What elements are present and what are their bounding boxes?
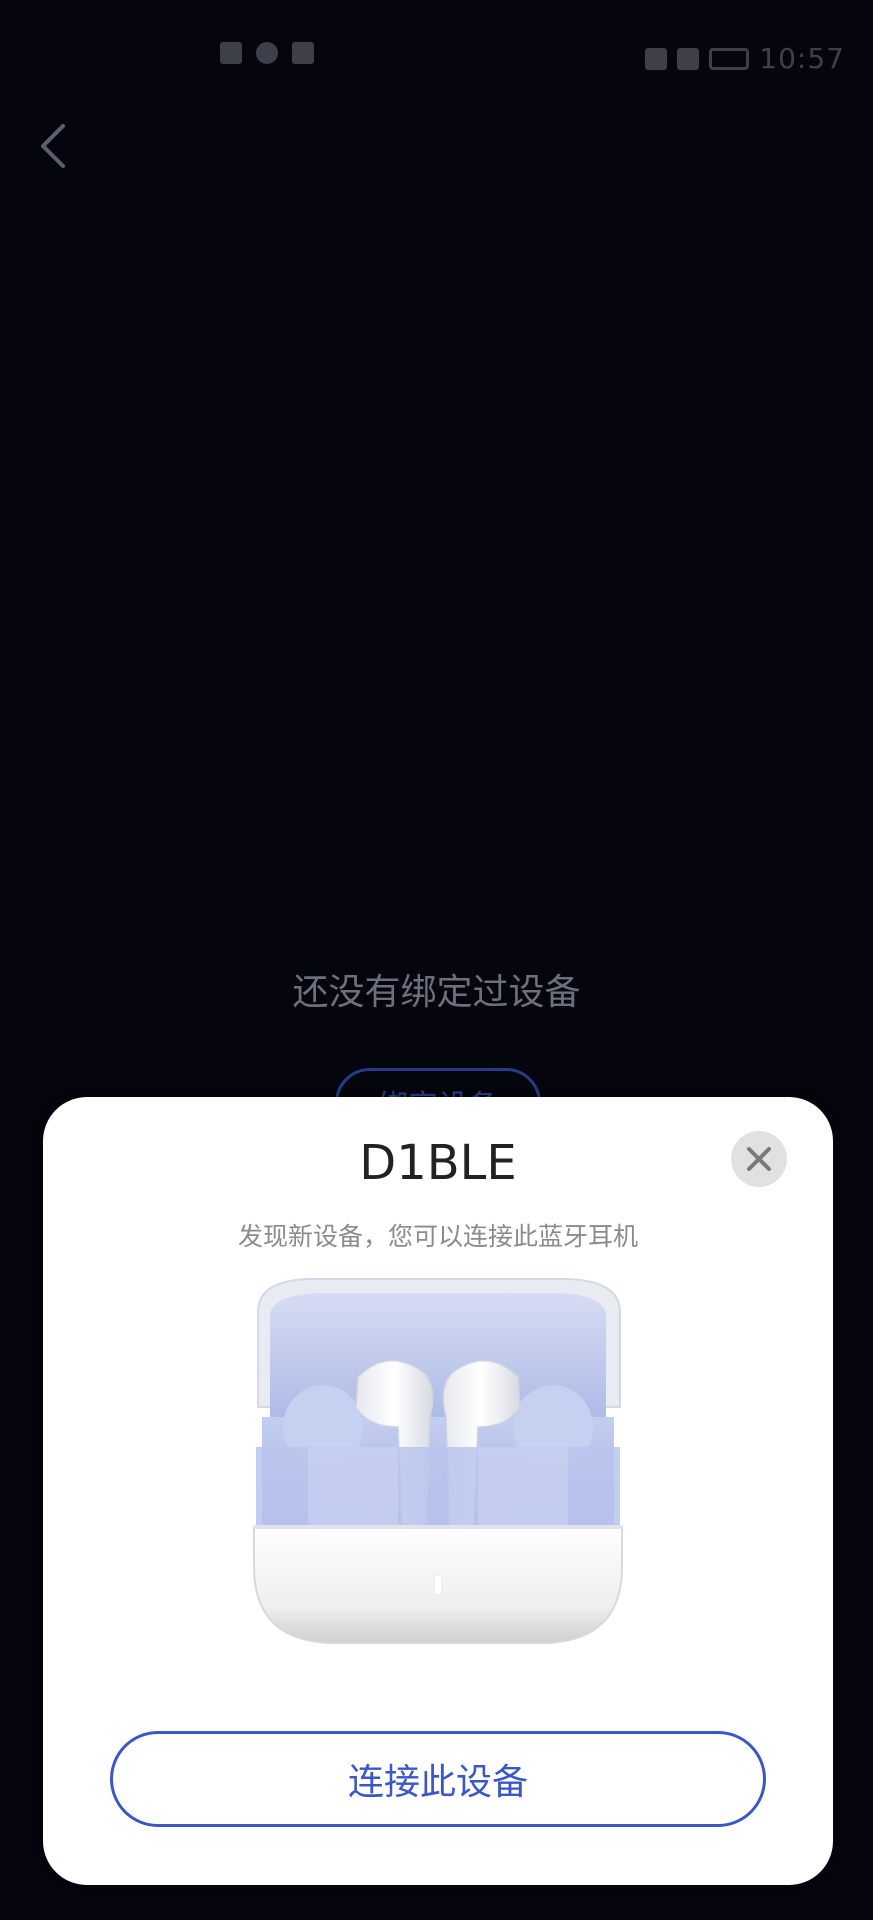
status-time: 10:57 [759, 42, 845, 75]
notification-icon [292, 42, 314, 64]
device-description: 发现新设备，您可以连接此蓝牙耳机 [237, 1222, 638, 1251]
battery-icon [709, 47, 750, 70]
cellular-icon [677, 47, 700, 70]
connect-device-label: 连接此设备 [347, 1762, 528, 1803]
status-left-icons [220, 42, 314, 64]
status-bar: 10:57 [0, 0, 873, 120]
signal-icon [220, 42, 242, 64]
status-right-icons: 10:57 [645, 42, 845, 75]
close-icon [747, 1147, 771, 1171]
wifi-icon [256, 42, 278, 64]
earbuds-case-icon [253, 1278, 623, 1644]
connect-device-button[interactable]: 连接此设备 [110, 1731, 766, 1827]
chevron-left-icon [41, 124, 65, 168]
device-name: D1BLE [359, 1135, 517, 1191]
vibrate-icon [645, 47, 668, 70]
empty-state-title: 还没有绑定过设备 [292, 972, 581, 1013]
back-button[interactable] [28, 118, 76, 174]
device-found-dialog: D1BLE 发现新设备，您可以连接此蓝牙耳机 连接此设备 [43, 1097, 833, 1885]
close-button[interactable] [731, 1131, 787, 1187]
